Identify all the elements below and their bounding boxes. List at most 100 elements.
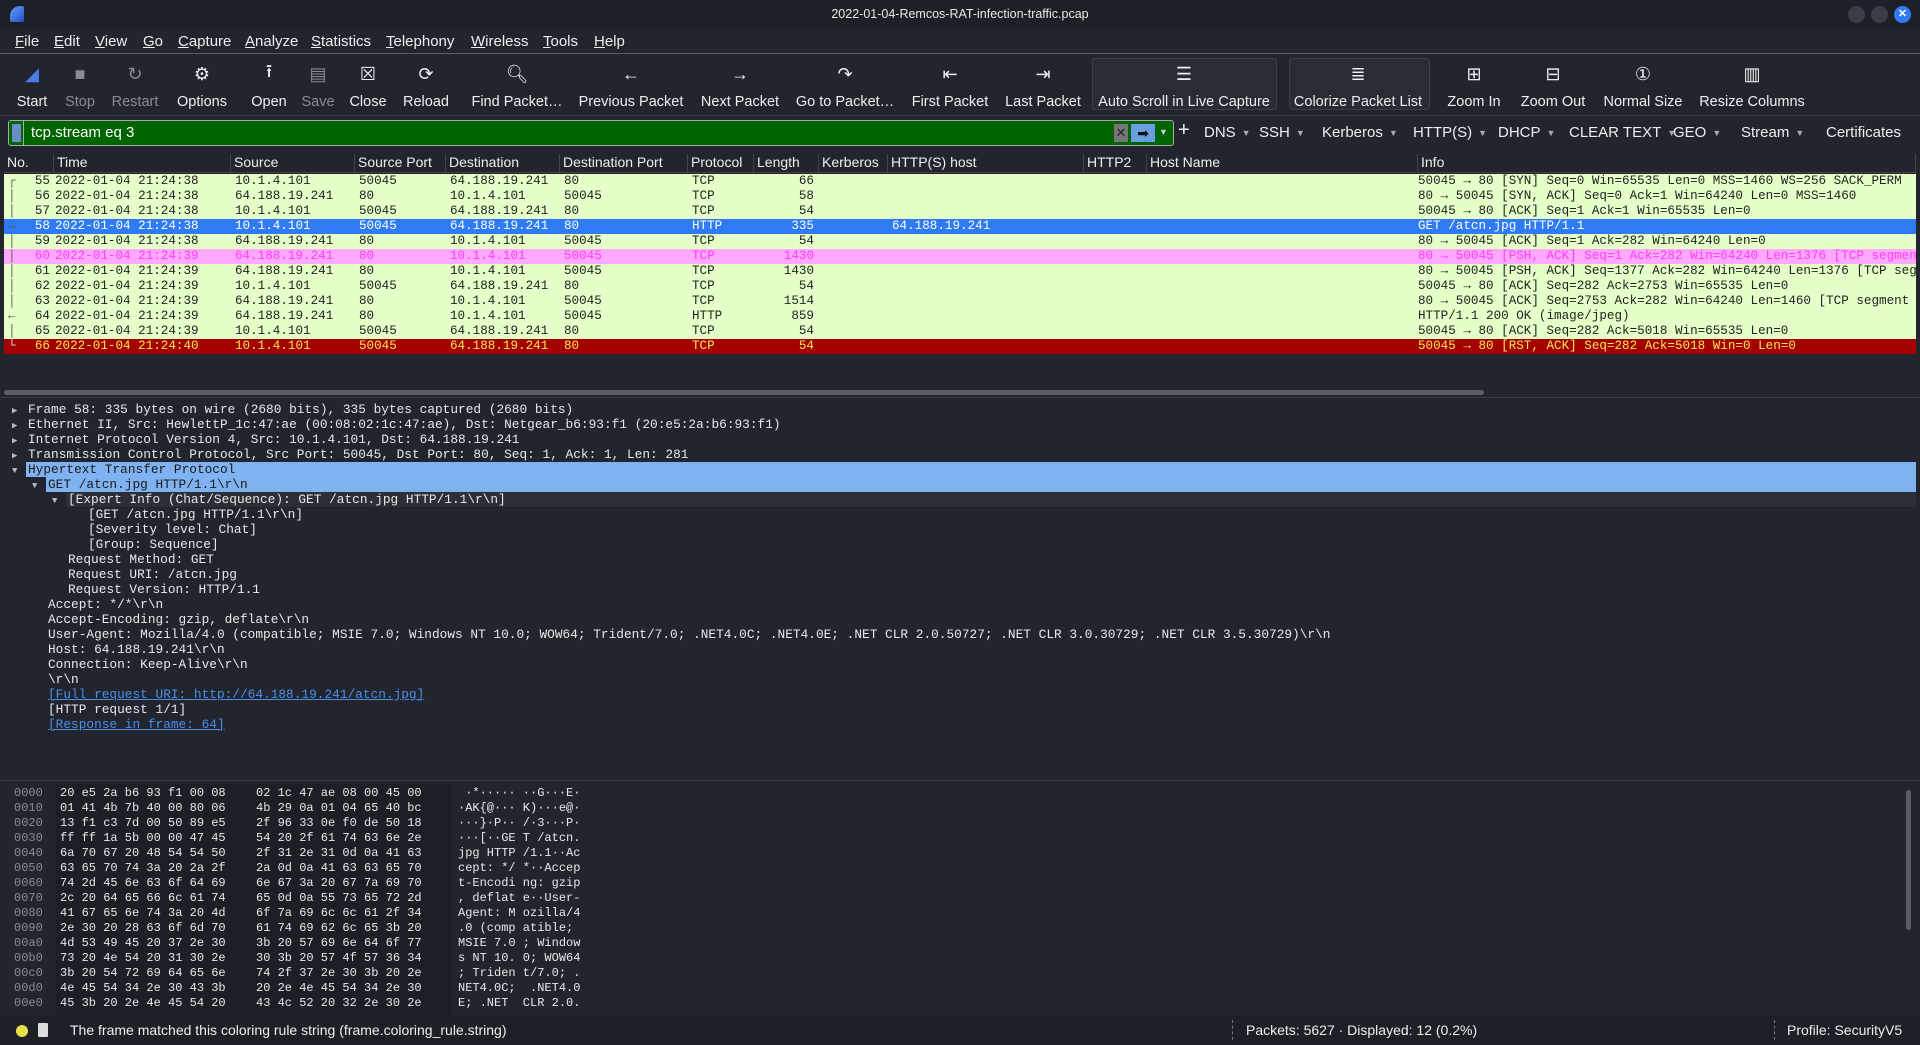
hex-bytes[interactable]: 20 e5 2a b6 93 f1 00 08 <box>60 786 226 801</box>
menu-tools[interactable]: Tools <box>543 33 578 50</box>
toolbar-last-packet-button[interactable]: ⇥ Last Packet <box>1005 60 1081 111</box>
hex-ascii[interactable]: cept: */ *··Accep <box>458 861 580 876</box>
hex-bytes[interactable]: 2a 0d 0a 41 63 63 65 70 <box>256 861 422 876</box>
toolbar-zoom-out-button[interactable]: ⊟ Zoom Out <box>1521 60 1585 111</box>
filter-button-clear-text[interactable]: CLEAR TEXT ▼ <box>1569 124 1676 141</box>
hex-bytes[interactable]: 43 4c 52 20 32 2e 30 2e <box>256 996 422 1011</box>
filter-button-http-s-[interactable]: HTTP(S) ▼ <box>1413 124 1487 141</box>
toolbar-go-to-packet-button[interactable]: ↷ Go to Packet… <box>796 60 894 111</box>
toolbar-previous-packet-button[interactable]: ← Previous Packet <box>579 60 684 111</box>
hex-bytes[interactable]: 02 1c 47 ae 08 00 45 00 <box>256 786 422 801</box>
hex-bytes[interactable]: 6f 7a 69 6c 6c 61 2f 34 <box>256 906 422 921</box>
hex-ascii[interactable]: ·*····· ··G···E· <box>458 786 580 801</box>
packet-row[interactable]: 58 2022-01-04 21:24:38 10.1.4.101 50045 64.1… <box>4 219 1916 234</box>
hex-bytes[interactable]: 2c 20 64 65 66 6c 61 74 <box>60 891 226 906</box>
column-header-kerberos[interactable]: Kerberos <box>819 154 888 173</box>
detail-row[interactable]: Host: 64.188.19.241\r\n <box>4 642 1916 657</box>
toolbar-reload-button[interactable]: ⟳ Reload <box>403 60 449 111</box>
packet-row[interactable]: 64 2022-01-04 21:24:39 64.188.19.241 80 10.1… <box>4 309 1916 324</box>
toolbar-options-button[interactable]: ⚙ Options <box>177 60 227 111</box>
toolbar-auto-scroll-in-live-capture-button[interactable]: ☰ Auto Scroll in Live Capture <box>1098 60 1270 111</box>
hex-bytes[interactable]: 74 2d 45 6e 63 6f 64 69 <box>60 876 226 891</box>
hex-ascii[interactable]: , deflat e··User- <box>458 891 580 906</box>
column-header-length[interactable]: Length <box>754 154 819 173</box>
detail-row[interactable]: [Response in frame: 64] <box>4 717 1916 732</box>
detail-row[interactable]: [GET /atcn.jpg HTTP/1.1\r\n] <box>4 507 1916 522</box>
toolbar-restart-button[interactable]: ↻ Restart <box>112 60 159 111</box>
packet-row[interactable]: 59 2022-01-04 21:24:38 64.188.19.241 80 10.1… <box>4 234 1916 249</box>
filter-button-stream[interactable]: Stream ▼ <box>1741 124 1804 141</box>
detail-row[interactable]: Request Method: GET <box>4 552 1916 567</box>
hex-bytes[interactable]: 20 2e 4e 45 54 34 2e 30 <box>256 981 422 996</box>
hex-bytes[interactable]: 61 74 69 62 6c 65 3b 20 <box>256 921 422 936</box>
hex-ascii[interactable]: Agent: M ozilla/4 <box>458 906 580 921</box>
packet-row[interactable]: 61 2022-01-04 21:24:39 64.188.19.241 80 10.1… <box>4 264 1916 279</box>
profile-selector[interactable]: Profile: SecurityV5 <box>1787 1022 1902 1038</box>
hex-ascii[interactable]: E; .NET CLR 2.0. <box>458 996 580 1011</box>
menu-wireless[interactable]: Wireless <box>471 33 529 50</box>
maximize-button[interactable] <box>1871 6 1888 23</box>
toolbar-normal-size-button[interactable]: ① Normal Size <box>1604 60 1683 111</box>
menu-analyze[interactable]: Analyze <box>245 33 298 50</box>
toolbar-zoom-in-button[interactable]: ⊞ Zoom In <box>1447 60 1500 111</box>
hex-bytes[interactable]: 41 67 65 6e 74 3a 20 4d <box>60 906 226 921</box>
menu-view[interactable]: View <box>95 33 127 50</box>
hex-ascii[interactable]: ···[··GE T /atcn. <box>458 831 580 846</box>
filter-button-certificates[interactable]: Certificates <box>1826 124 1901 141</box>
hex-bytes[interactable]: 6a 70 67 20 48 54 54 50 <box>60 846 226 861</box>
packet-row[interactable]: 57 2022-01-04 21:24:38 10.1.4.101 50045 64.1… <box>4 204 1916 219</box>
column-header-host-name[interactable]: Host Name <box>1147 154 1418 173</box>
hex-ascii[interactable]: jpg HTTP /1.1··Ac <box>458 846 580 861</box>
filter-button-geo[interactable]: GEO ▼ <box>1673 124 1721 141</box>
hex-bytes[interactable]: 2e 30 20 28 63 6f 6d 70 <box>60 921 226 936</box>
hex-bytes[interactable]: 4e 45 54 34 2e 30 43 3b <box>60 981 226 996</box>
hex-bytes[interactable]: 4d 53 49 45 20 37 2e 30 <box>60 936 226 951</box>
detail-row[interactable]: Accept-Encoding: gzip, deflate\r\n <box>4 612 1916 627</box>
hex-bytes[interactable]: 01 41 4b 7b 40 00 80 06 <box>60 801 226 816</box>
detail-link[interactable]: [Response in frame: 64] <box>48 717 225 732</box>
toolbar-resize-columns-button[interactable]: ▥ Resize Columns <box>1699 60 1805 111</box>
menu-telephony[interactable]: Telephony <box>386 33 454 50</box>
hex-bytes[interactable]: 63 65 70 74 3a 20 2a 2f <box>60 861 226 876</box>
detail-row[interactable]: [Group: Sequence] <box>4 537 1916 552</box>
detail-row[interactable]: Request Version: HTTP/1.1 <box>4 582 1916 597</box>
packet-row[interactable]: 62 2022-01-04 21:24:39 10.1.4.101 50045 64.1… <box>4 279 1916 294</box>
toolbar-open-button[interactable]: ⭱ Open <box>251 60 286 110</box>
detail-row[interactable]: ▶ Internet Protocol Version 4, Src: 10.1.… <box>4 432 1916 447</box>
display-filter-bar[interactable]: tcp.stream eq 3 ✕ ➡ ▼ <box>8 120 1174 146</box>
hex-ascii[interactable]: s NT 10. 0; WOW64 <box>458 951 580 966</box>
column-header-source-port[interactable]: Source Port <box>355 154 446 173</box>
hex-bytes[interactable]: 2f 96 33 0e f0 de 50 18 <box>256 816 422 831</box>
hex-bytes[interactable]: 54 20 2f 61 74 63 6e 2e <box>256 831 422 846</box>
hex-bytes[interactable]: 4b 29 0a 01 04 65 40 bc <box>256 801 422 816</box>
detail-row[interactable]: Connection: Keep-Alive\r\n <box>4 657 1916 672</box>
hex-bytes[interactable]: 74 2f 37 2e 30 3b 20 2e <box>256 966 422 981</box>
clear-filter-icon[interactable]: ✕ <box>1114 124 1128 142</box>
hex-ascii[interactable]: .0 (comp atible; <box>458 921 580 936</box>
detail-row[interactable]: [Full request URI: http://64.188.19.241/… <box>4 687 1916 702</box>
menu-help[interactable]: Help <box>594 33 625 50</box>
filter-history-dropdown-icon[interactable]: ▼ <box>1159 127 1168 137</box>
toolbar-start-button[interactable]: ◢ Start <box>17 60 48 111</box>
menu-capture[interactable]: Capture <box>178 33 231 50</box>
hex-bytes[interactable]: 3b 20 54 72 69 64 65 6e <box>60 966 226 981</box>
hex-bytes[interactable]: 13 f1 c3 7d 00 50 89 e5 <box>60 816 226 831</box>
detail-row[interactable]: ▼ [Expert Info (Chat/Sequence): GET /atcn… <box>4 492 1916 507</box>
menu-edit[interactable]: Edit <box>54 33 80 50</box>
pane-splitter[interactable] <box>0 780 1920 785</box>
toolbar-first-packet-button[interactable]: ⇤ First Packet <box>912 60 989 111</box>
hex-bytes[interactable]: 30 3b 20 57 4f 57 36 34 <box>256 951 422 966</box>
column-header-time[interactable]: Time <box>54 154 231 173</box>
expert-info-icon[interactable] <box>16 1025 28 1037</box>
column-header-protocol[interactable]: Protocol <box>688 154 754 173</box>
hex-bytes[interactable]: 6e 67 3a 20 67 7a 69 70 <box>256 876 422 891</box>
packet-row[interactable]: 63 2022-01-04 21:24:39 64.188.19.241 80 10.1… <box>4 294 1916 309</box>
filter-button-dhcp[interactable]: DHCP ▼ <box>1498 124 1555 141</box>
filter-button-ssh[interactable]: SSH ▼ <box>1259 124 1305 141</box>
apply-filter-icon[interactable]: ➡ <box>1131 124 1155 142</box>
toolbar-close-button[interactable]: ☒ Close <box>349 60 386 111</box>
toolbar-stop-button[interactable]: ■ Stop <box>65 60 95 111</box>
toolbar-next-packet-button[interactable]: → Next Packet <box>701 60 779 111</box>
toolbar-find-packet-button[interactable]: 🔍︎ Find Packet… <box>471 60 562 111</box>
display-filter-input[interactable]: tcp.stream eq 3 <box>31 124 134 141</box>
